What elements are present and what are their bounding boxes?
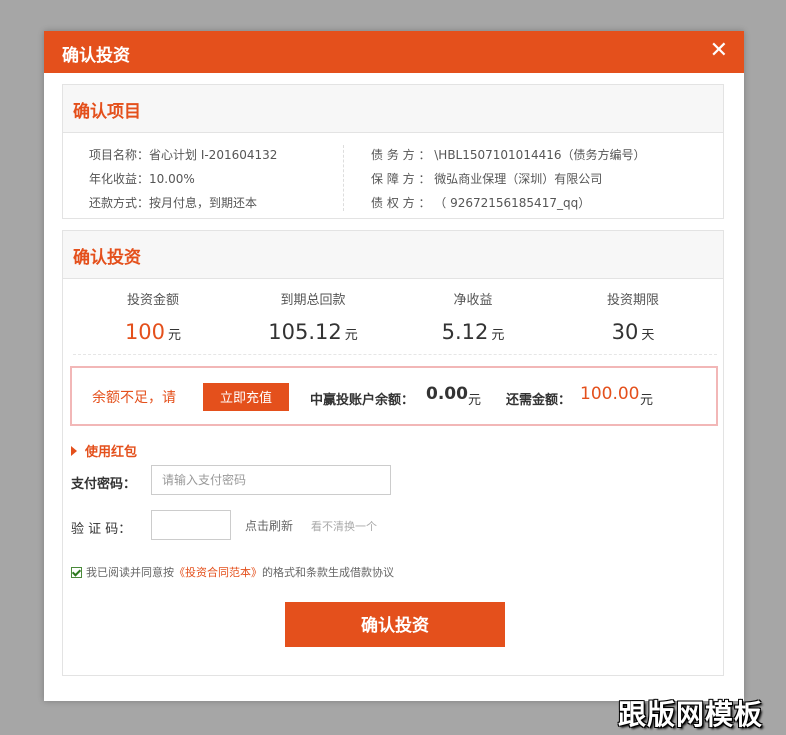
investment-stats: 投资金额 100 元 到期总回款 105.12 元 净收益 5.12 元 投资期限 [73, 289, 713, 355]
guarantor: 保 障 方 ： 微弘商业保理（深圳）有限公司 [371, 172, 603, 186]
triangle-right-icon [71, 446, 77, 456]
project-section-title: 确认项目 [73, 102, 141, 122]
confirm-investment-dialog: 确认投资 ✕ 确认项目 项目名称：省心计划 I-201604132 年化收益：1… [44, 31, 744, 701]
stat-term: 投资期限 30 天 [553, 289, 713, 344]
captcha-label: 验 证 码： [71, 522, 132, 537]
investment-section-title: 确认投资 [73, 248, 141, 268]
stat-number: 100 [124, 320, 166, 344]
info-divider [343, 145, 344, 211]
project-name: 项目名称：省心计划 I-201604132 [89, 148, 278, 162]
balance-value: 0.00 [426, 384, 468, 404]
recharge-button[interactable]: 立即充值 [203, 383, 289, 411]
stat-unit: 元 [491, 328, 505, 343]
close-icon[interactable]: ✕ [710, 38, 728, 64]
agreement-suffix: 的格式和条款生成借款协议 [262, 566, 394, 579]
stat-number: 30 [611, 320, 639, 344]
stat-value: 30 天 [553, 320, 713, 344]
creditor: 债 权 方 ： （ 92672156185417_qq） [371, 196, 591, 210]
project-section-header: 确认项目 [63, 85, 723, 133]
watermark: 跟版网模板 [618, 698, 764, 731]
stat-label: 净收益 [453, 293, 493, 308]
amount-needed-value: 100.00 [580, 384, 640, 404]
stat-total-return: 到期总回款 105.12 元 [233, 289, 393, 344]
captcha-input[interactable] [151, 510, 231, 540]
annual-yield: 年化收益：10.00% [89, 172, 195, 186]
stat-value: 5.12 元 [393, 320, 553, 344]
balance-unit: 元 [468, 393, 482, 408]
payment-password-input[interactable] [151, 465, 391, 495]
project-section: 确认项目 项目名称：省心计划 I-201604132 年化收益：10.00% 还… [62, 84, 724, 219]
confirm-investment-button[interactable]: 确认投资 [285, 602, 505, 647]
insufficient-balance-text: 余额不足，请 [92, 390, 176, 406]
stat-unit: 天 [641, 328, 655, 343]
dialog-title: 确认投资 [62, 46, 130, 66]
stat-value: 105.12 元 [233, 320, 393, 344]
stat-unit: 元 [344, 328, 358, 343]
project-info-right: 债 务 方 ： \HBL1507101014416（债务方编号） 保 障 方 ：… [371, 143, 646, 215]
amount-needed-unit: 元 [640, 393, 654, 408]
agreement-prefix: 我已阅读并同意按 [86, 566, 174, 579]
stat-net-income: 净收益 5.12 元 [393, 289, 553, 344]
stat-amount: 投资金额 100 元 [73, 289, 233, 344]
project-info-left: 项目名称：省心计划 I-201604132 年化收益：10.00% 还款方式：按… [89, 143, 277, 215]
stat-label: 到期总回款 [280, 293, 346, 308]
agreement-row: 我已阅读并同意按《投资合同范本》的格式和条款生成借款协议 [71, 564, 394, 580]
stat-unit: 元 [168, 328, 182, 343]
payment-password-label: 支付密码： [71, 477, 137, 492]
stat-label: 投资期限 [606, 293, 659, 308]
stat-number: 5.12 [441, 320, 489, 344]
stat-label: 投资金额 [126, 293, 179, 308]
insufficient-balance-box: 余额不足，请 立即充值 中赢投账户余额： 0.00 元 还需金额： 100.00… [70, 366, 718, 426]
stats-divider [73, 354, 717, 355]
agreement-checkbox[interactable] [71, 567, 82, 578]
investment-section-header: 确认投资 [63, 231, 723, 279]
amount-needed-label: 还需金额： [506, 393, 572, 408]
stat-number: 105.12 [268, 320, 342, 344]
debtor: 债 务 方 ： \HBL1507101014416（债务方编号） [371, 148, 646, 162]
balance-label: 中赢投账户余额： [310, 393, 415, 408]
red-packet-label: 使用红包 [85, 445, 138, 460]
dialog-header: 确认投资 ✕ [44, 31, 744, 73]
use-red-packet-toggle[interactable]: 使用红包 [71, 441, 137, 460]
stat-value: 100 元 [73, 320, 233, 344]
repayment-method: 还款方式：按月付息，到期还本 [89, 196, 258, 210]
captcha-refresh-link[interactable]: 点击刷新 [245, 517, 293, 534]
captcha-change-link[interactable]: 看不清换一个 [311, 518, 377, 534]
investment-section: 确认投资 投资金额 100 元 到期总回款 105.12 元 净收益 5.12 元 [62, 230, 724, 676]
contract-template-link[interactable]: 《投资合同范本》 [174, 566, 262, 579]
